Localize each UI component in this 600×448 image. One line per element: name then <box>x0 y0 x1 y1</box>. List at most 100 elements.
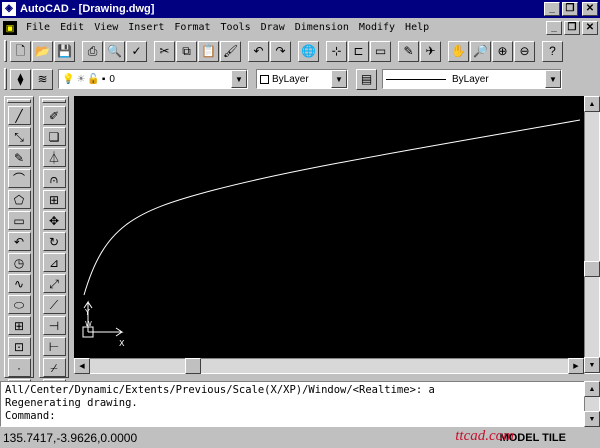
menu-help[interactable]: Help <box>400 22 434 33</box>
toolbar-grip[interactable] <box>4 68 7 90</box>
print-preview-icon[interactable]: 🔍 <box>104 40 125 62</box>
horizontal-scroll-thumb[interactable] <box>185 358 201 374</box>
drawing-svg: Y W X <box>82 119 581 348</box>
drawing-canvas[interactable]: Y W X <box>74 96 584 358</box>
mirror-icon[interactable]: ⏃ <box>42 148 66 167</box>
horizontal-scrollbar[interactable]: ◀ ▶ <box>74 358 584 374</box>
redraw-icon[interactable]: ✎ <box>398 40 419 62</box>
zoom-realtime-icon[interactable]: 🔎 <box>470 40 491 62</box>
print-icon[interactable]: ⎙ <box>82 40 103 62</box>
construction-line-icon[interactable]: ⤡ <box>7 127 31 146</box>
color-control-dropdown[interactable]: ByLayer ▼ <box>256 69 348 89</box>
aerial-view-icon[interactable]: ✈ <box>420 40 441 62</box>
linetype-control-dropdown[interactable]: ByLayer ▼ <box>382 69 562 89</box>
stretch-icon[interactable]: ⤢ <box>42 274 66 293</box>
menu-insert[interactable]: Insert <box>123 22 169 33</box>
launch-browser-icon[interactable]: 🌐 <box>298 40 319 62</box>
spline-icon[interactable]: ◷ <box>7 253 31 272</box>
document-icon[interactable]: ▣ <box>3 20 17 35</box>
erase-icon[interactable]: ✐ <box>42 106 66 125</box>
ellipse-icon[interactable]: ∿ <box>7 274 31 293</box>
redo-icon[interactable]: ↷ <box>270 40 291 62</box>
insert-block-icon[interactable]: ⬭ <box>7 295 31 314</box>
drawn-curve[interactable] <box>83 119 581 296</box>
vertical-scroll-thumb[interactable] <box>584 261 600 277</box>
command-scrollbar[interactable]: ▲ ▼ <box>584 381 600 427</box>
menu-modify[interactable]: Modify <box>354 22 400 33</box>
cut-icon[interactable]: ✂ <box>154 40 175 62</box>
polygon-icon[interactable]: ⌒ <box>7 169 31 188</box>
move-icon[interactable]: ✥ <box>42 211 66 230</box>
command-window[interactable]: All/Center/Dynamic/Extents/Previous/Scal… <box>0 381 600 427</box>
make-layer-current-icon[interactable]: ⧫ <box>10 68 31 90</box>
zoom-previous-icon[interactable]: ⊖ <box>514 40 535 62</box>
menu-file[interactable]: File <box>21 22 55 33</box>
vertical-scrollbar[interactable]: ▲ ▼ <box>584 96 600 374</box>
scroll-up-icon[interactable]: ▲ <box>584 381 600 397</box>
autocad-app-icon[interactable]: ◈ <box>2 2 16 16</box>
offset-icon[interactable]: ⩀ <box>42 169 66 188</box>
command-prompt[interactable]: Command: <box>5 410 581 423</box>
polyline-icon[interactable]: ✎ <box>7 148 31 167</box>
tile-toggle[interactable]: TILE <box>542 432 566 444</box>
paste-icon[interactable]: 📋 <box>198 40 219 62</box>
open-icon[interactable]: 📂 <box>32 40 53 62</box>
array-icon[interactable]: ⊞ <box>42 190 66 209</box>
chevron-down-icon[interactable]: ▼ <box>331 70 347 88</box>
extend-icon[interactable]: ⊢ <box>42 337 66 356</box>
zoom-window-icon[interactable]: ⊕ <box>492 40 513 62</box>
menu-format[interactable]: Format <box>169 22 215 33</box>
arc-icon[interactable]: ▭ <box>7 211 31 230</box>
standard-toolbar: 🗋 📂 💾 ⎙ 🔍 ✓ ✂ ⧉ 📋 🖌 ↶ ↷ 🌐 ⊹ ⊏ ▭ ✎ ✈ ✋ 🔎 … <box>0 37 600 65</box>
chevron-down-icon[interactable]: ▼ <box>231 70 247 88</box>
toolbar-grip[interactable] <box>42 99 66 103</box>
scroll-down-icon[interactable]: ▼ <box>584 357 600 373</box>
menu-draw[interactable]: Draw <box>256 22 290 33</box>
inquiry-icon[interactable]: ▭ <box>370 40 391 62</box>
undo-icon[interactable]: ↶ <box>248 40 269 62</box>
menu-view[interactable]: View <box>89 22 123 33</box>
linetype-icon[interactable]: ▤ <box>356 68 377 90</box>
minimize-button[interactable]: _ <box>544 2 560 16</box>
pan-icon[interactable]: ✋ <box>448 40 469 62</box>
new-icon[interactable]: 🗋 <box>10 40 31 62</box>
save-icon[interactable]: 💾 <box>54 40 75 62</box>
menu-dimension[interactable]: Dimension <box>290 22 354 33</box>
copy-icon[interactable]: ⧉ <box>176 40 197 62</box>
hatch-icon[interactable]: · <box>7 358 31 377</box>
doc-restore-button[interactable]: ❐ <box>564 20 580 35</box>
layer-control-dropdown[interactable]: 💡 ☀ 🔓 ▪ 0 ▼ <box>58 69 248 89</box>
trim-icon[interactable]: ⊣ <box>42 316 66 335</box>
match-properties-icon[interactable]: 🖌 <box>220 40 241 62</box>
scroll-right-icon[interactable]: ▶ <box>568 358 584 374</box>
ucs-icon[interactable]: ⊏ <box>348 40 369 62</box>
toolbar-grip[interactable] <box>7 99 31 103</box>
scroll-up-icon[interactable]: ▲ <box>584 96 600 112</box>
scroll-down-icon[interactable]: ▼ <box>584 411 600 427</box>
lengthen-icon[interactable]: ⟋ <box>42 295 66 314</box>
menu-tools[interactable]: Tools <box>216 22 256 33</box>
make-block-icon[interactable]: ⊞ <box>7 316 31 335</box>
spelling-icon[interactable]: ✓ <box>126 40 147 62</box>
scale-icon[interactable]: ⊿ <box>42 253 66 272</box>
rotate-icon[interactable]: ↻ <box>42 232 66 251</box>
line-icon[interactable]: ╱ <box>7 106 31 125</box>
toolbar-grip[interactable] <box>4 40 7 62</box>
copy-object-icon[interactable]: ❏ <box>42 127 66 146</box>
coordinate-display[interactable]: 135.7417,-3.9626,0.0000 <box>0 431 200 445</box>
window-title: AutoCAD - [Drawing.dwg] <box>20 3 155 15</box>
doc-minimize-button[interactable]: _ <box>546 20 562 35</box>
maximize-button[interactable]: ❐ <box>562 2 578 16</box>
point-icon[interactable]: ⊡ <box>7 337 31 356</box>
circle-icon[interactable]: ↶ <box>7 232 31 251</box>
chevron-down-icon[interactable]: ▼ <box>545 70 561 88</box>
help-icon[interactable]: ? <box>542 40 563 62</box>
object-snap-icon[interactable]: ⊹ <box>326 40 347 62</box>
doc-close-button[interactable]: ✕ <box>582 20 598 35</box>
menu-edit[interactable]: Edit <box>55 22 89 33</box>
close-button[interactable]: ✕ <box>582 2 598 16</box>
scroll-left-icon[interactable]: ◀ <box>74 358 90 374</box>
layers-icon[interactable]: ≋ <box>32 68 53 90</box>
break-icon[interactable]: ⌿ <box>42 358 66 377</box>
rectangle-icon[interactable]: ⬠ <box>7 190 31 209</box>
